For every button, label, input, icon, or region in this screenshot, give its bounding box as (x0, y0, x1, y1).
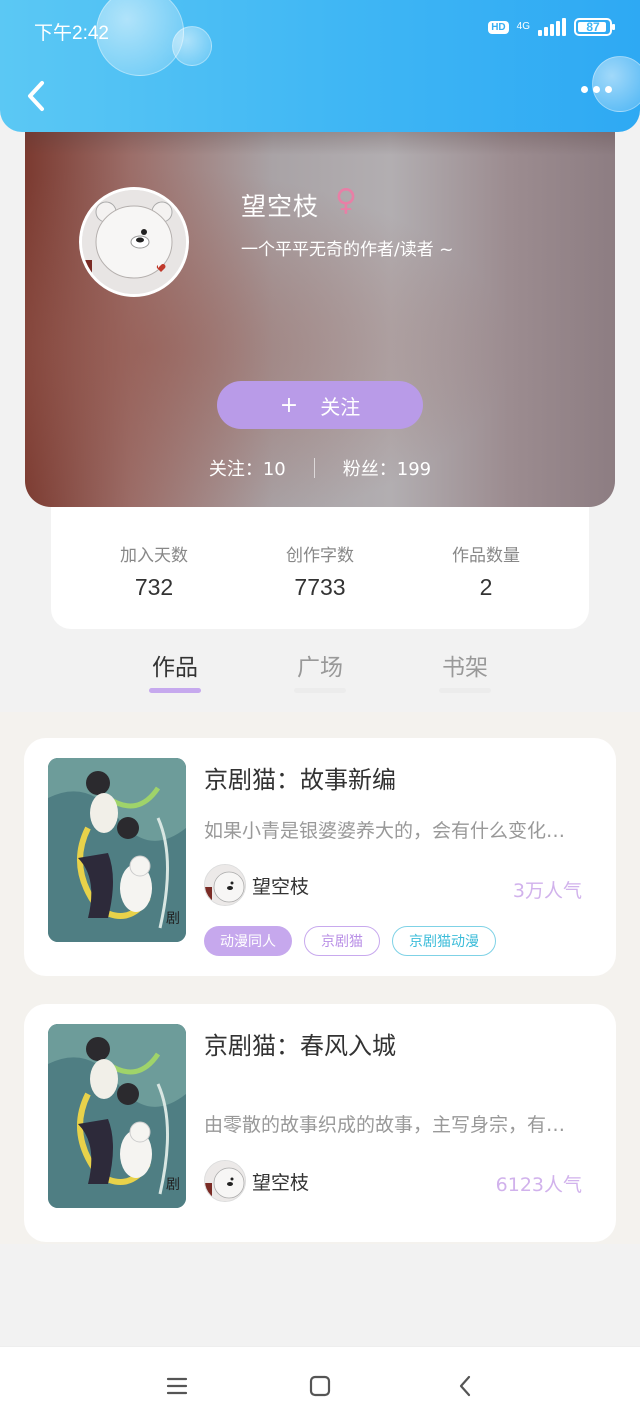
work-title[interactable]: 京剧猫：春风入城 (204, 1026, 396, 1061)
tab-plaza[interactable]: 广场 (290, 648, 350, 682)
work-card[interactable]: 剧 京剧猫：故事新编 如果小青是银婆婆养大的，会有什么变化… 望空枝 3万人气 … (24, 738, 616, 976)
author-row[interactable]: 望空枝 (204, 1160, 309, 1202)
work-description: 由零散的故事织成的故事，主写身宗，有… (204, 1114, 566, 1136)
square-home-icon (309, 1375, 331, 1397)
divider (313, 458, 315, 478)
menu-button[interactable] (164, 1373, 190, 1399)
tab-indicator (294, 688, 346, 693)
stat-value: 732 (134, 574, 174, 600)
book-cover[interactable]: 剧 (48, 758, 186, 942)
popularity-count: 6123人气 (495, 1174, 582, 1196)
bear-avatar-icon (82, 190, 186, 294)
more-dots-icon (581, 86, 588, 93)
decor-bubble (592, 56, 640, 112)
chevron-left-icon (459, 1375, 471, 1397)
tag-chip[interactable]: 京剧猫 (304, 926, 380, 956)
svg-text:剧: 剧 (166, 911, 180, 927)
bear-avatar-icon (205, 1161, 245, 1201)
work-title[interactable]: 京剧猫：故事新编 (204, 760, 396, 795)
home-button[interactable] (307, 1373, 333, 1399)
stat-value: 7733 (294, 574, 346, 600)
tab-indicator (439, 688, 491, 693)
chevron-left-icon (28, 81, 44, 111)
profile-banner: 望空枝 ♀ 一个平平无奇的作者/读者 ~ + 关注 关注：10 粉丝：199 (25, 115, 615, 507)
network-type: 4G (516, 21, 530, 32)
stat-word-count: 创作字数 7733 (250, 507, 390, 629)
status-icons: HD 4G 87 (488, 18, 615, 36)
book-cover[interactable]: 剧 (48, 1024, 186, 1208)
more-button[interactable] (581, 86, 612, 93)
battery-icon: 87 (574, 18, 615, 36)
tag-chip[interactable]: 动漫同人 (204, 926, 292, 956)
following-count[interactable]: 关注：10 (209, 455, 286, 481)
back-button[interactable] (20, 78, 56, 114)
works-list: 剧 京剧猫：故事新编 如果小青是银婆婆养大的，会有什么变化… 望空枝 3万人气 … (0, 712, 640, 1244)
stat-join-days: 加入天数 732 (84, 507, 224, 629)
tag-list: 动漫同人 京剧猫 京剧猫动漫 (204, 926, 496, 956)
system-nav-bar (0, 1346, 640, 1422)
author-name: 望空枝 (252, 875, 310, 898)
username: 望空枝 (241, 192, 320, 221)
decor-bubble (172, 26, 212, 66)
stat-label: 作品数量 (452, 546, 520, 566)
follow-label: 关注 (320, 394, 361, 419)
female-icon: ♀ (335, 183, 357, 218)
stat-label: 创作字数 (286, 546, 354, 566)
stats-card: 加入天数 732 创作字数 7733 作品数量 2 (51, 507, 589, 629)
tab-bookshelf[interactable]: 书架 (435, 648, 495, 682)
popularity-count: 3万人气 (512, 880, 582, 902)
status-time: 下午2:42 (34, 23, 109, 44)
author-avatar (204, 864, 246, 906)
followers-count[interactable]: 粉丝：199 (343, 455, 431, 481)
bear-avatar-icon (205, 865, 245, 905)
content-tabs: 作品 广场 书架 (0, 640, 640, 710)
cover-illustration: 剧 (48, 758, 186, 942)
cover-illustration: 剧 (48, 1024, 186, 1208)
follow-button[interactable]: + 关注 (217, 381, 423, 429)
stat-value: 2 (479, 574, 493, 600)
user-bio: 一个平平无奇的作者/读者 ~ (241, 240, 454, 260)
menu-icon (166, 1377, 188, 1395)
work-card[interactable]: 剧 京剧猫：春风入城 由零散的故事织成的故事，主写身宗，有… 望空枝 6123人… (24, 1004, 616, 1242)
stat-label: 加入天数 (120, 546, 188, 566)
decor-bubble (96, 0, 184, 76)
tab-works[interactable]: 作品 (145, 648, 205, 682)
svg-text:剧: 剧 (166, 1177, 180, 1193)
tag-chip[interactable]: 京剧猫动漫 (392, 926, 496, 956)
author-row[interactable]: 望空枝 (204, 864, 309, 906)
plus-icon: + (279, 392, 299, 418)
author-name: 望空枝 (252, 1171, 310, 1194)
top-header: 下午2:42 HD 4G 87 (0, 0, 640, 132)
signal-icon (538, 18, 566, 36)
hd-icon: HD (488, 20, 509, 34)
tab-indicator (149, 688, 201, 693)
nav-back-button[interactable] (453, 1373, 479, 1399)
author-avatar (204, 1160, 246, 1202)
battery-level: 87 (586, 20, 600, 34)
work-description: 如果小青是银婆婆养大的，会有什么变化… (204, 820, 566, 842)
stat-works-count: 作品数量 2 (416, 507, 556, 629)
avatar[interactable] (79, 187, 189, 297)
follow-counts: 关注：10 粉丝：199 (25, 455, 615, 481)
